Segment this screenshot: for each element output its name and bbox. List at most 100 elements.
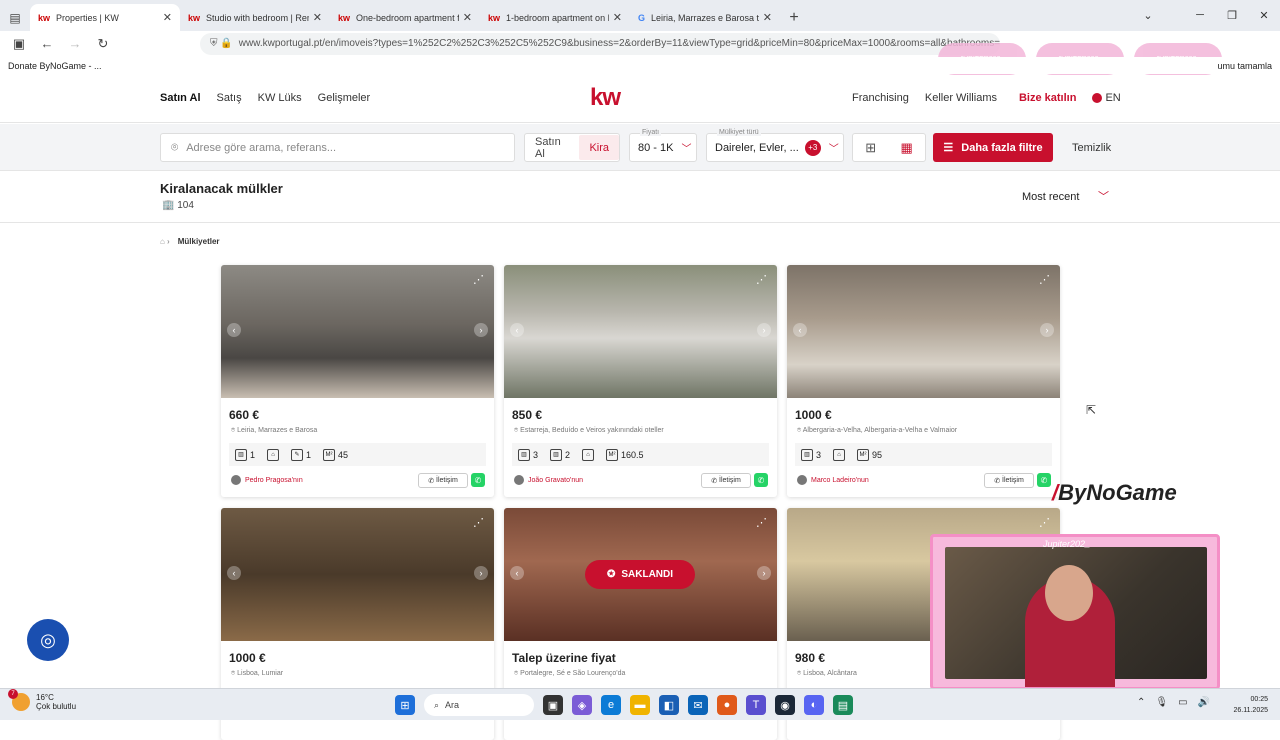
weather-widget[interactable]: 7 16°C Çok bulutlu: [8, 689, 76, 711]
app-icon[interactable]: ▤: [833, 695, 853, 715]
steam-icon[interactable]: ◉: [775, 695, 795, 715]
sort-select[interactable]: Most recent: [1022, 191, 1079, 203]
share-icon[interactable]: ⋰: [756, 516, 767, 529]
share-icon[interactable]: ⋰: [1039, 273, 1050, 286]
property-photo[interactable]: [787, 265, 1060, 398]
prev-photo-icon[interactable]: ‹: [510, 566, 524, 580]
new-tab-button[interactable]: +: [780, 4, 808, 31]
buy-toggle[interactable]: Satın Al: [525, 136, 579, 160]
share-icon[interactable]: ⋰: [473, 516, 484, 529]
next-photo-icon[interactable]: ›: [1040, 323, 1054, 337]
restore-icon[interactable]: ❐: [1216, 0, 1248, 30]
kw-logo[interactable]: kw: [590, 84, 621, 112]
address-search-input[interactable]: ⌾ Adrese göre arama, referans...: [160, 133, 515, 162]
copilot-icon[interactable]: ◈: [572, 695, 592, 715]
close-icon[interactable]: ✕: [313, 11, 322, 24]
microphone-icon[interactable]: 🎙: [1155, 697, 1168, 708]
discord-icon[interactable]: ◐: [804, 695, 824, 715]
property-card[interactable]: ⋰ ‹ › 01 - 19 850 € ⌾ Estarreja, Beduído…: [504, 265, 777, 497]
clock[interactable]: 00:25 26.11.2025: [1233, 694, 1268, 716]
nav-sale[interactable]: Satış: [217, 92, 242, 104]
whatsapp-icon[interactable]: ✆: [471, 473, 485, 487]
property-photo[interactable]: [504, 265, 777, 398]
url-field[interactable]: ⛨ 🔒 www.kwportugal.pt/en/imoveis?types=1…: [200, 32, 1000, 55]
close-icon[interactable]: ✕: [613, 11, 622, 24]
task-view-icon[interactable]: ▣: [543, 695, 563, 715]
view-toggle: ⊞ ▦: [852, 133, 926, 162]
tab-properties-kw[interactable]: kw Properties | KW ✕: [30, 4, 180, 31]
prev-photo-icon[interactable]: ‹: [227, 566, 241, 580]
workspaces-icon[interactable]: ▣: [8, 36, 30, 52]
firefox-icon[interactable]: ●: [717, 695, 737, 715]
prev-photo-icon[interactable]: ‹: [793, 323, 807, 337]
grid-view-icon[interactable]: ▦: [900, 140, 912, 156]
agent-link[interactable]: Pedro Pragosa'nın: [231, 475, 303, 485]
contact-button[interactable]: ✆ İletişim: [984, 473, 1034, 488]
property-card[interactable]: ⋰ ‹ › 01 - 15 660 € ⌾ Leiria, Marrazes e…: [221, 265, 494, 497]
next-photo-icon[interactable]: ›: [757, 323, 771, 337]
start-icon[interactable]: ⊞: [395, 695, 415, 715]
map-view-icon[interactable]: ⊞: [865, 140, 876, 156]
next-photo-icon[interactable]: ›: [474, 323, 488, 337]
tab-1-bedroom-rua[interactable]: kw 1-bedroom apartment on Rua [ ✕: [480, 4, 630, 31]
store-icon[interactable]: ◧: [659, 695, 679, 715]
contact-button[interactable]: ✆ İletişim: [418, 473, 468, 488]
price-select[interactable]: Fiyatı 80 - 1K ﹀: [629, 129, 697, 162]
contact-button[interactable]: ✆ İletişim: [701, 473, 751, 488]
close-icon[interactable]: ✕: [463, 11, 472, 24]
display-icon[interactable]: ▭: [1178, 697, 1187, 708]
minimize-icon[interactable]: ─: [1184, 0, 1216, 30]
prev-photo-icon[interactable]: ‹: [510, 323, 524, 337]
nav-keller-williams[interactable]: Keller Williams: [925, 92, 997, 104]
agent-link[interactable]: João Gravato'nun: [514, 475, 583, 485]
property-card[interactable]: ⋰ ‹ › 01 - 34 1000 € ⌾ Albergaria-a-Velh…: [787, 265, 1060, 497]
property-photo[interactable]: [221, 508, 494, 641]
fingerprint-icon[interactable]: ◎: [27, 619, 69, 661]
teams-icon[interactable]: T: [746, 695, 766, 715]
property-photo[interactable]: [221, 265, 494, 398]
temperature: 16°C: [36, 693, 54, 702]
whatsapp-icon[interactable]: ✆: [1037, 473, 1051, 487]
agent-link[interactable]: Marco Ladeiro'nun: [797, 475, 869, 485]
nav-developments[interactable]: Gelişmeler: [318, 92, 371, 104]
back-icon[interactable]: ←: [36, 36, 58, 51]
rent-toggle[interactable]: Kira: [579, 135, 619, 160]
nav-luxury[interactable]: KW Lüks: [258, 92, 302, 104]
whatsapp-icon[interactable]: ✆: [754, 473, 768, 487]
tab-actions-icon[interactable]: ▤: [0, 4, 30, 31]
close-icon[interactable]: ✕: [763, 11, 772, 24]
clear-filters-button[interactable]: Temizlik: [1072, 142, 1111, 154]
share-icon[interactable]: ⋰: [1039, 516, 1050, 529]
close-window-icon[interactable]: ✕: [1248, 0, 1280, 30]
breadcrumb-properties[interactable]: Mülkiyetler: [178, 237, 220, 246]
forward-icon[interactable]: →: [64, 36, 86, 51]
file-explorer-icon[interactable]: ▬: [630, 695, 650, 715]
prev-photo-icon[interactable]: ‹: [227, 323, 241, 337]
language-selector[interactable]: EN: [1092, 92, 1121, 104]
tab-one-bedroom[interactable]: kw One-bedroom apartment for in ✕: [330, 4, 480, 31]
tab-studio-rental[interactable]: kw Studio with bedroom | Rental | K ✕: [180, 4, 330, 31]
more-filters-button[interactable]: ☰ Daha fazla filtre: [933, 133, 1053, 162]
bookmark-donate[interactable]: Donate ByNoGame - ...: [8, 61, 102, 71]
bookmark-right[interactable]: umu tamamla: [1217, 61, 1272, 71]
share-icon[interactable]: ⋰: [756, 273, 767, 286]
chevron-up-icon[interactable]: ⌃: [1137, 697, 1145, 708]
property-type-select[interactable]: Mülkiyet türü Daireler, Evler, ... +3 ﹀: [706, 129, 844, 162]
reload-icon[interactable]: ↻: [92, 36, 114, 52]
tab-search-icon[interactable]: ⌄: [1132, 0, 1164, 30]
home-icon[interactable]: ⌂ ›: [160, 237, 170, 246]
nav-buy[interactable]: Satın Al: [160, 92, 201, 104]
share-icon[interactable]: ⋰: [473, 273, 484, 286]
taskbar-search[interactable]: ⌕ Ara: [424, 694, 534, 716]
tab-google-leiria[interactable]: G Leiria, Marrazes e Barosa tam ra ✕: [630, 4, 780, 31]
edge-icon[interactable]: e: [601, 695, 621, 715]
nav-franchising[interactable]: Franchising: [852, 92, 909, 104]
close-icon[interactable]: ✕: [163, 11, 172, 24]
outlook-icon[interactable]: ✉: [688, 695, 708, 715]
chevron-down-icon[interactable]: ﹀: [1098, 188, 1109, 204]
next-photo-icon[interactable]: ›: [474, 566, 488, 580]
volume-icon[interactable]: 🔊: [1198, 697, 1210, 708]
next-photo-icon[interactable]: ›: [757, 566, 771, 580]
rooms-feature: ▥ 3: [801, 448, 821, 461]
join-us-link[interactable]: Bize katılın: [1019, 92, 1076, 104]
